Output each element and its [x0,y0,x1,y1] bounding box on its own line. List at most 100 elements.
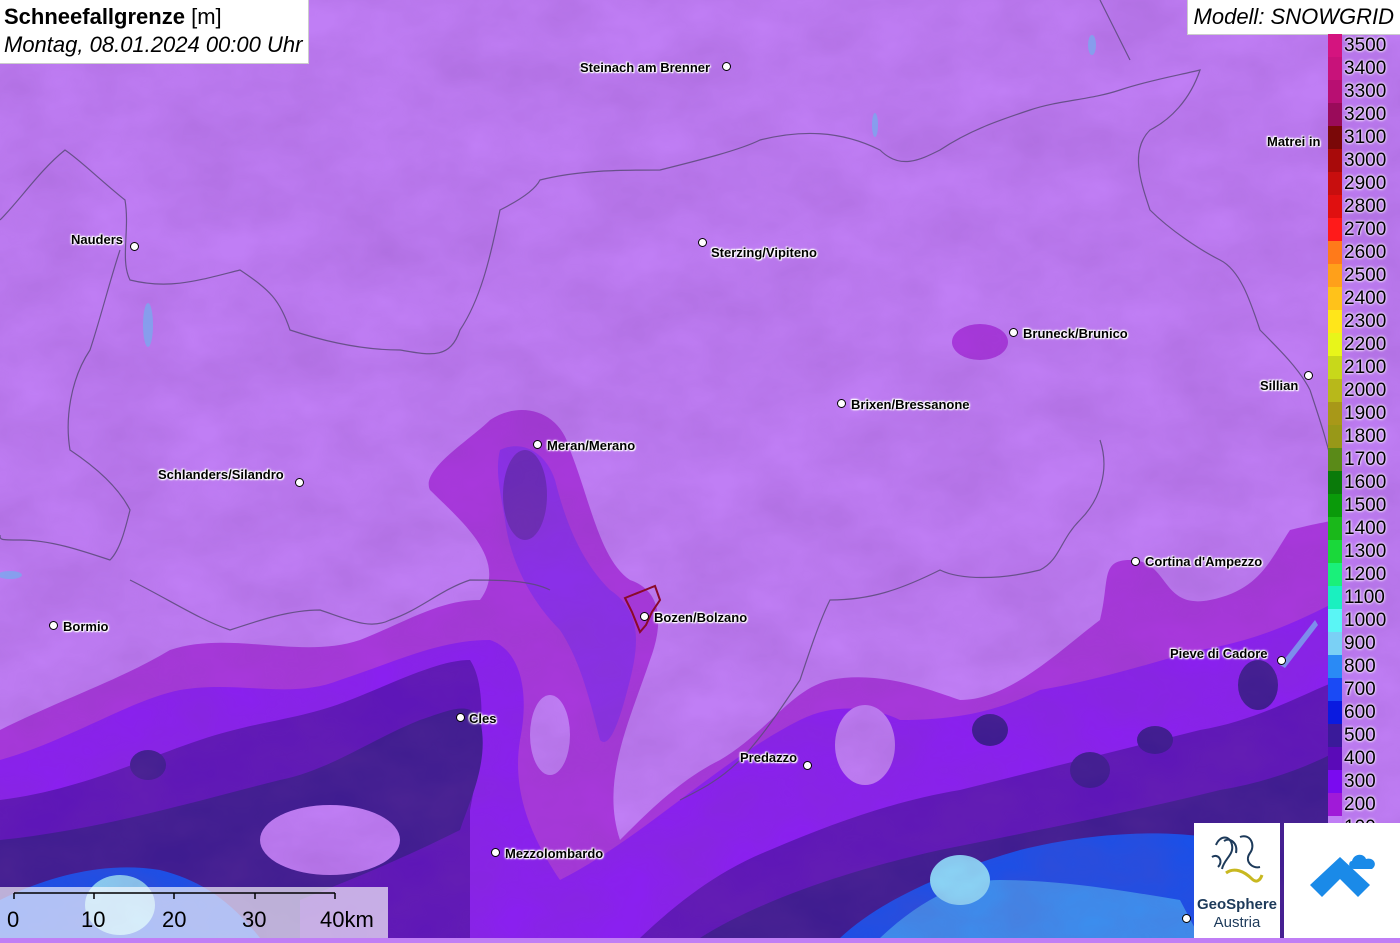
legend-row-1200: 1200 [1328,563,1400,586]
legend-swatch-1500 [1328,494,1342,517]
legend-label-1700: 1700 [1344,449,1387,470]
legend-swatch-1100 [1328,586,1342,609]
legend-swatch-2900 [1328,172,1342,195]
legend-swatch-1400 [1328,517,1342,540]
legend-swatch-2500 [1328,264,1342,287]
legend-swatch-2000 [1328,379,1342,402]
legend-label-200: 200 [1344,794,1376,815]
town-marker-brixen[interactable] [837,399,846,408]
legend-swatch-1700 [1328,448,1342,471]
town-marker-sterzing[interactable] [698,238,707,247]
legend-row-2000: 2000 [1328,379,1400,402]
town-marker-bruneck[interactable] [1009,328,1018,337]
legend-swatch-2800 [1328,195,1342,218]
scale-tick-40km: 40km [320,907,374,932]
legend-swatch-2100 [1328,356,1342,379]
legend-row-1000: 1000 [1328,609,1400,632]
legend-swatch-800 [1328,655,1342,678]
legend-swatch-500 [1328,724,1342,747]
legend-label-1500: 1500 [1344,495,1387,516]
legend-row-2400: 2400 [1328,287,1400,310]
legend-label-1600: 1600 [1344,472,1387,493]
legend-row-1700: 1700 [1328,448,1400,471]
legend-swatch-3100 [1328,126,1342,149]
legend-label-2200: 2200 [1344,334,1387,355]
town-marker-mezzolombardo[interactable] [491,848,500,857]
town-marker-cortina[interactable] [1131,557,1140,566]
legend-label-1200: 1200 [1344,564,1387,585]
legend-label-1800: 1800 [1344,426,1387,447]
legend-row-3400: 3400 [1328,57,1400,80]
legend-swatch-1800 [1328,425,1342,448]
town-marker-predazzo[interactable] [803,761,812,770]
town-label-meran: Meran/Merano [547,438,636,453]
legend-label-1300: 1300 [1344,541,1387,562]
town-label-sillian: Sillian [1260,378,1299,393]
legend-swatch-2300 [1328,310,1342,333]
legend-row-2500: 2500 [1328,264,1400,287]
town-marker-meran[interactable] [533,440,542,449]
legend-row-1800: 1800 [1328,425,1400,448]
legend-swatch-300 [1328,770,1342,793]
legend-swatch-2200 [1328,333,1342,356]
legend-swatch-2400 [1328,287,1342,310]
app-logo[interactable] [1284,823,1400,938]
geosphere-logo[interactable]: GeoSphere Austria [1194,823,1280,938]
town-marker-sillian[interactable] [1304,371,1313,380]
legend-label-2800: 2800 [1344,196,1387,217]
legend-swatch-3300 [1328,80,1342,103]
legend-label-2000: 2000 [1344,380,1387,401]
legend-label-2600: 2600 [1344,242,1387,263]
legend-label-600: 600 [1344,702,1376,723]
map-unit: [m] [191,4,222,29]
legend-row-3000: 3000 [1328,149,1400,172]
legend-row-900: 900 [1328,632,1400,655]
legend-row-1400: 1400 [1328,517,1400,540]
legend-label-1000: 1000 [1344,610,1387,631]
town-marker-bormio[interactable] [49,621,58,630]
legend-row-700: 700 [1328,678,1400,701]
town-label-brixen: Brixen/Bressanone [851,397,970,412]
map-datetime: Montag, 08.01.2024 00:00 Uhr [4,32,303,57]
town-marker-schlanders[interactable] [295,478,304,487]
legend-row-1300: 1300 [1328,540,1400,563]
legend-row-1900: 1900 [1328,402,1400,425]
town-marker-cles[interactable] [456,713,465,722]
legend: 3500 3400 3300 3200 3100 3000 2900 2800 2700 2600… [1328,34,1400,839]
legend-label-2500: 2500 [1344,265,1387,286]
town-marker-nauders[interactable] [130,242,139,251]
legend-row-600: 600 [1328,701,1400,724]
legend-row-3100: 3100 [1328,126,1400,149]
legend-swatch-2600 [1328,241,1342,264]
legend-row-800: 800 [1328,655,1400,678]
legend-row-1100: 1100 [1328,586,1400,609]
legend-label-1100: 1100 [1344,587,1385,608]
legend-swatch-2700 [1328,218,1342,241]
legend-row-2800: 2800 [1328,195,1400,218]
legend-row-3500: 3500 [1328,34,1400,57]
legend-label-800: 800 [1344,656,1376,677]
town-label-bozen: Bozen/Bolzano [654,610,748,625]
town-marker-unnamed-se[interactable] [1182,914,1191,923]
scale-tick-10: 10 [81,907,106,932]
legend-swatch-1000 [1328,609,1342,632]
town-label-schlanders: Schlanders/Silandro [158,467,284,482]
legend-label-700: 700 [1344,679,1376,700]
town-marker-bozen[interactable] [640,612,649,621]
legend-swatch-1200 [1328,563,1342,586]
legend-swatch-3400 [1328,57,1342,80]
legend-swatch-1600 [1328,471,1342,494]
legend-label-2300: 2300 [1344,311,1387,332]
legend-row-2200: 2200 [1328,333,1400,356]
model-label: Modell: SNOWGRID [1186,0,1400,35]
town-marker-pieve[interactable] [1277,656,1286,665]
legend-label-500: 500 [1344,725,1376,746]
town-label-mezzolombardo: Mezzolombardo [505,846,604,861]
legend-swatch-200 [1328,793,1342,816]
legend-swatch-400 [1328,747,1342,770]
legend-row-2900: 2900 [1328,172,1400,195]
town-label-matrei: Matrei in [1267,134,1321,149]
town-marker-steinach[interactable] [722,62,731,71]
legend-label-2700: 2700 [1344,219,1387,240]
legend-label-3400: 3400 [1344,58,1387,79]
